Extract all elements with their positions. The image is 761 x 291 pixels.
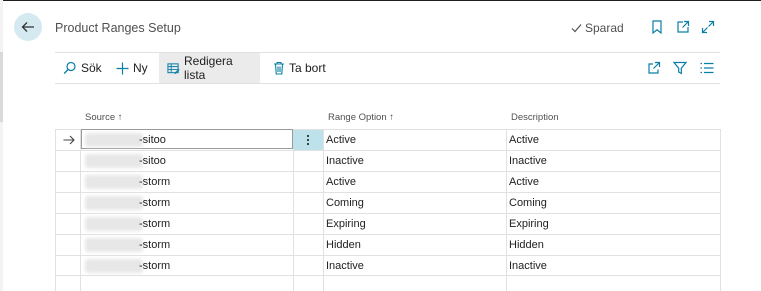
back-arrow-icon <box>21 22 34 32</box>
expand-button[interactable] <box>700 19 716 35</box>
row-menu-button[interactable] <box>293 130 323 150</box>
filter-button[interactable] <box>672 60 688 76</box>
description-cell[interactable]: Hidden <box>509 235 544 255</box>
current-row-indicator <box>63 130 75 150</box>
table-row[interactable]: -sitoo Active Active <box>55 129 720 150</box>
share-button[interactable] <box>646 60 662 76</box>
checkmark-icon <box>571 24 582 33</box>
filter-icon <box>673 61 687 75</box>
table-row[interactable]: -storm Inactive Inactive <box>55 255 720 276</box>
expand-icon <box>701 20 715 34</box>
redacted-source-prefix <box>85 238 143 252</box>
table-row[interactable]: -storm Active Active <box>55 171 720 192</box>
bookmark-icon <box>652 20 662 34</box>
left-edge-accent <box>0 52 3 122</box>
description-cell[interactable]: Coming <box>509 193 547 213</box>
right-arrow-icon <box>63 135 75 145</box>
range-option-cell[interactable]: Active <box>326 130 356 150</box>
trash-icon <box>274 61 284 75</box>
table-row[interactable]: -storm Expiring Expiring <box>55 213 720 234</box>
share-icon <box>648 61 661 74</box>
column-header-source[interactable]: Source ↑ <box>85 112 123 123</box>
redacted-source-prefix <box>85 196 143 210</box>
description-cell[interactable]: Expiring <box>509 214 549 234</box>
redacted-source-prefix <box>85 175 143 189</box>
search-button[interactable]: Sök <box>55 53 110 83</box>
source-cell[interactable]: -sitoo <box>139 130 166 150</box>
edit-list-icon <box>167 62 180 74</box>
open-new-window-button[interactable] <box>675 19 691 35</box>
action-bar-bottom-divider <box>55 83 720 84</box>
description-cell[interactable]: Inactive <box>509 256 547 276</box>
redacted-source-prefix <box>85 154 143 168</box>
range-option-cell[interactable]: Coming <box>326 193 364 213</box>
table-row[interactable]: -storm Coming Coming <box>55 192 720 213</box>
ranges-table: -sitoo Active Active -sitoo Inactive Ina… <box>55 129 720 276</box>
redacted-source-prefix <box>85 217 143 231</box>
open-new-window-icon <box>677 20 690 33</box>
redacted-source-prefix <box>85 259 143 273</box>
grid-border-right <box>720 129 721 291</box>
redacted-source-prefix <box>85 133 143 147</box>
range-option-cell[interactable]: Inactive <box>326 256 364 276</box>
list-icon <box>700 62 714 74</box>
new-button[interactable]: Ny <box>108 53 156 83</box>
delete-button[interactable]: Ta bort <box>265 53 334 83</box>
back-button[interactable] <box>14 13 42 41</box>
search-label: Sök <box>81 61 102 75</box>
page-title: Product Ranges Setup <box>55 21 181 35</box>
plus-icon <box>116 62 129 74</box>
new-label: Ny <box>133 61 148 75</box>
table-row[interactable]: -sitoo Inactive Inactive <box>55 150 720 171</box>
window-top-border <box>0 0 761 1</box>
edit-list-button[interactable]: Redigera lista <box>159 53 260 83</box>
left-edge <box>0 0 3 291</box>
source-cell[interactable]: -storm <box>139 214 170 234</box>
source-cell[interactable]: -storm <box>139 193 170 213</box>
range-option-cell[interactable]: Expiring <box>326 214 366 234</box>
source-cell[interactable]: -storm <box>139 172 170 192</box>
search-icon <box>63 61 76 74</box>
column-header-description[interactable]: Description <box>511 112 559 123</box>
column-header-range-option[interactable]: Range Option ↑ <box>328 112 394 123</box>
more-vertical-icon <box>306 134 310 146</box>
table-row[interactable]: -storm Hidden Hidden <box>55 234 720 255</box>
source-cell[interactable]: -sitoo <box>139 151 166 171</box>
description-cell[interactable]: Active <box>509 172 539 192</box>
range-option-cell[interactable]: Hidden <box>326 235 361 255</box>
delete-label: Ta bort <box>289 61 326 75</box>
description-cell[interactable]: Inactive <box>509 151 547 171</box>
saved-label: Sparad <box>585 21 624 35</box>
source-cell[interactable]: -storm <box>139 235 170 255</box>
bookmark-button[interactable] <box>649 19 665 35</box>
edit-list-label: Redigera lista <box>183 54 233 82</box>
source-cell[interactable]: -storm <box>139 256 170 276</box>
description-cell[interactable]: Active <box>509 130 539 150</box>
list-view-button[interactable] <box>699 60 715 76</box>
range-option-cell[interactable]: Active <box>326 172 356 192</box>
saved-status: Sparad <box>571 21 624 35</box>
range-option-cell[interactable]: Inactive <box>326 151 364 171</box>
